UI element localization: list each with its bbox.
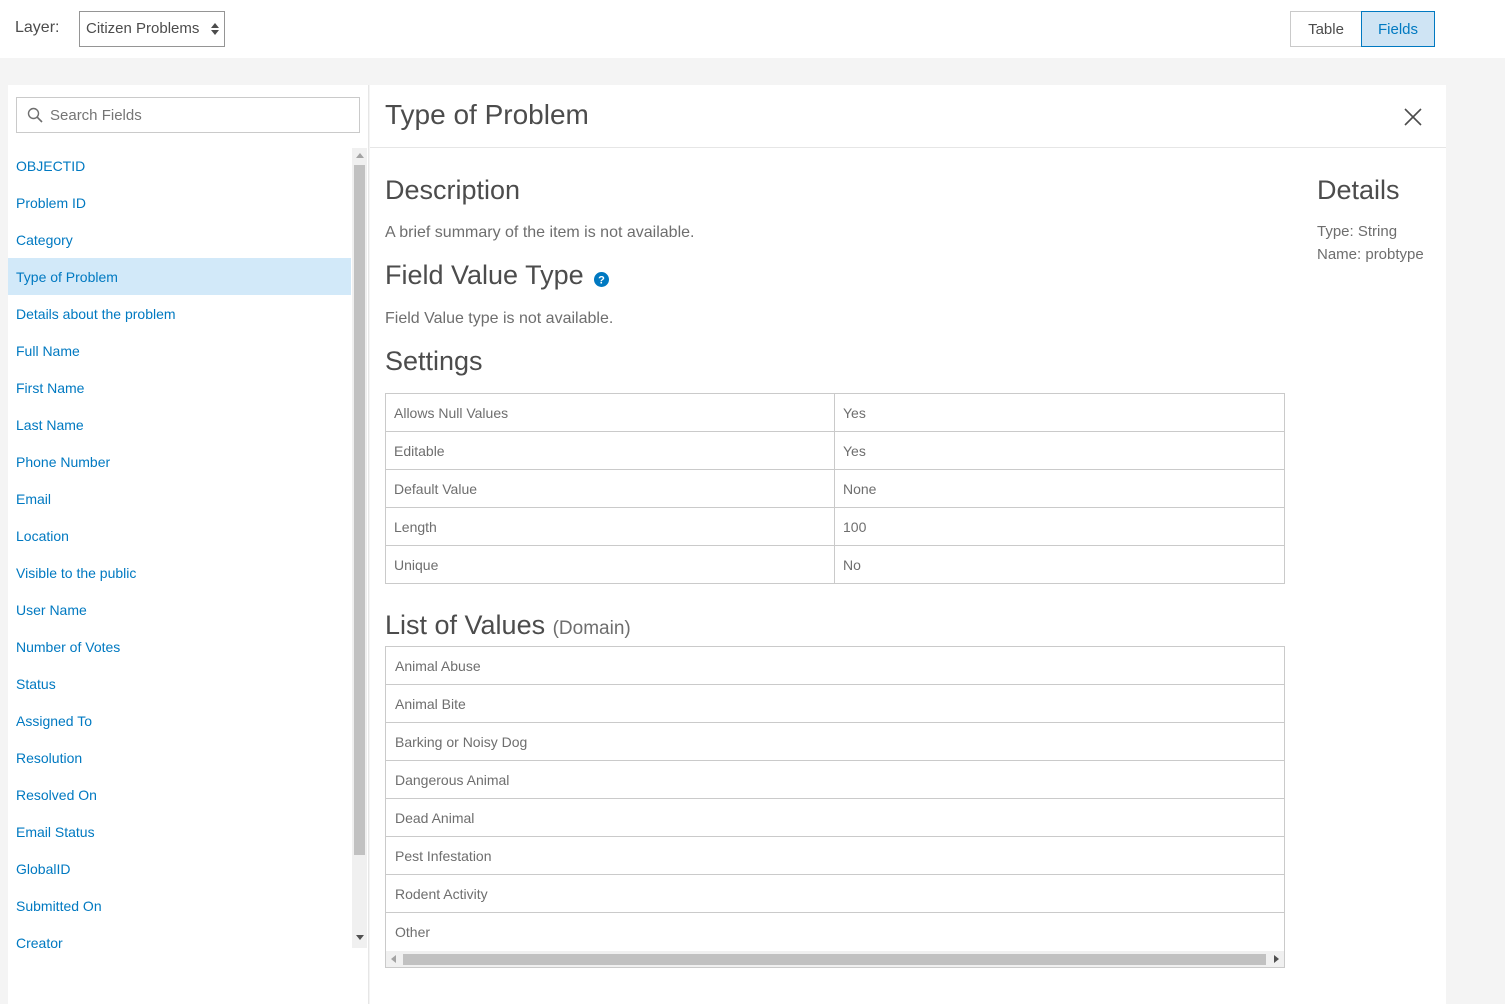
- page-title: Type of Problem: [385, 99, 589, 130]
- details-type: Type: String: [1317, 223, 1398, 240]
- field-item-resolution[interactable]: Resolution: [8, 739, 351, 776]
- search-placeholder: Search Fields: [50, 107, 142, 124]
- list-item: Pest Infestation: [386, 837, 1284, 875]
- help-icon[interactable]: ?: [594, 272, 609, 287]
- layer-select[interactable]: Citizen Problems: [79, 11, 225, 47]
- description-text: A brief summary of the item is not avail…: [385, 224, 695, 241]
- field-item-first-name[interactable]: First Name: [8, 369, 351, 406]
- select-arrows-icon: [211, 23, 219, 35]
- field-item-globalid[interactable]: GlobalID: [8, 850, 351, 887]
- list-item: Dead Animal: [386, 799, 1284, 837]
- details-name: Name: probtype: [1317, 246, 1424, 263]
- setting-value: None: [834, 469, 1285, 508]
- table-row: Default Value None: [385, 469, 1285, 508]
- field-item-visible-to-public[interactable]: Visible to the public: [8, 554, 351, 591]
- domain-values-list: Animal Abuse Animal Bite Barking or Nois…: [385, 646, 1285, 968]
- table-row: Length 100: [385, 507, 1285, 546]
- setting-name: Editable: [385, 431, 835, 470]
- top-bar: Layer: Citizen Problems Table Fields: [0, 0, 1505, 58]
- setting-value: Yes: [834, 393, 1285, 432]
- tab-table[interactable]: Table: [1290, 11, 1362, 47]
- setting-name: Length: [385, 507, 835, 546]
- scroll-down-arrow-icon[interactable]: [356, 935, 364, 940]
- list-item: Rodent Activity: [386, 875, 1284, 913]
- field-item-user-name[interactable]: User Name: [8, 591, 351, 628]
- field-item-full-name[interactable]: Full Name: [8, 332, 351, 369]
- field-item-status[interactable]: Status: [8, 665, 351, 702]
- description-heading: Description: [385, 175, 521, 205]
- setting-value: Yes: [834, 431, 1285, 470]
- field-item-email-status[interactable]: Email Status: [8, 813, 351, 850]
- field-item-location[interactable]: Location: [8, 517, 351, 554]
- table-row: Unique No: [385, 545, 1285, 584]
- fields-sidebar: Search Fields OBJECTID Problem ID Catego…: [8, 85, 369, 1004]
- layer-label: Layer:: [15, 19, 60, 36]
- field-value-type-text: Field Value type is not available.: [385, 310, 614, 327]
- list-item: Other: [395, 924, 431, 940]
- svg-text:?: ?: [598, 275, 605, 287]
- field-item-category[interactable]: Category: [8, 221, 351, 258]
- domain-subheading: (Domain): [552, 618, 631, 639]
- setting-name: Unique: [385, 545, 835, 584]
- field-item-email[interactable]: Email: [8, 480, 351, 517]
- field-item-last-name[interactable]: Last Name: [8, 406, 351, 443]
- scroll-up-arrow-icon[interactable]: [356, 153, 364, 158]
- panel-header: Type of Problem: [370, 85, 1446, 148]
- field-item-objectid[interactable]: OBJECTID: [8, 147, 351, 184]
- field-list: OBJECTID Problem ID Category Type of Pro…: [8, 147, 351, 961]
- field-item-type-of-problem[interactable]: Type of Problem: [8, 258, 351, 295]
- field-item-resolved-on[interactable]: Resolved On: [8, 776, 351, 813]
- field-item-phone-number[interactable]: Phone Number: [8, 443, 351, 480]
- close-icon[interactable]: [1402, 106, 1424, 128]
- list-item: Barking or Noisy Dog: [386, 723, 1284, 761]
- domain-heading: List of Values (Domain): [385, 610, 631, 641]
- field-item-problem-id[interactable]: Problem ID: [8, 184, 351, 221]
- search-fields-input[interactable]: Search Fields: [16, 97, 360, 133]
- scroll-right-arrow-icon[interactable]: [1274, 955, 1279, 963]
- search-icon: [27, 107, 43, 123]
- list-item: Animal Abuse: [386, 647, 1284, 685]
- table-row: Editable Yes: [385, 431, 1285, 470]
- domain-heading-text: List of Values: [385, 610, 546, 640]
- setting-name: Default Value: [385, 469, 835, 508]
- list-item: Dangerous Animal: [386, 761, 1284, 799]
- scroll-left-arrow-icon[interactable]: [391, 955, 396, 963]
- field-value-type-heading: Field Value Type: [385, 260, 584, 290]
- layer-select-value: Citizen Problems: [86, 20, 200, 37]
- table-row: Allows Null Values Yes: [385, 393, 1285, 432]
- settings-heading: Settings: [385, 346, 483, 376]
- field-item-submitted-on[interactable]: Submitted On: [8, 887, 351, 924]
- list-item: Animal Bite: [386, 685, 1284, 723]
- field-list-scrollbar[interactable]: [352, 148, 367, 948]
- setting-name: Allows Null Values: [385, 393, 835, 432]
- field-item-number-of-votes[interactable]: Number of Votes: [8, 628, 351, 665]
- domain-horizontal-scrollbar[interactable]: [386, 951, 1284, 967]
- setting-value: 100: [834, 507, 1285, 546]
- field-item-creator[interactable]: Creator: [8, 924, 351, 961]
- scrollbar-thumb[interactable]: [403, 954, 1266, 965]
- field-item-details[interactable]: Details about the problem: [8, 295, 351, 332]
- tab-fields[interactable]: Fields: [1361, 11, 1435, 47]
- settings-table: Allows Null Values Yes Editable Yes Defa…: [385, 393, 1285, 584]
- scrollbar-thumb[interactable]: [354, 165, 365, 855]
- details-heading: Details: [1317, 175, 1400, 205]
- field-detail-panel: Type of Problem Description A brief summ…: [370, 85, 1446, 1004]
- setting-value: No: [834, 545, 1285, 584]
- field-item-assigned-to[interactable]: Assigned To: [8, 702, 351, 739]
